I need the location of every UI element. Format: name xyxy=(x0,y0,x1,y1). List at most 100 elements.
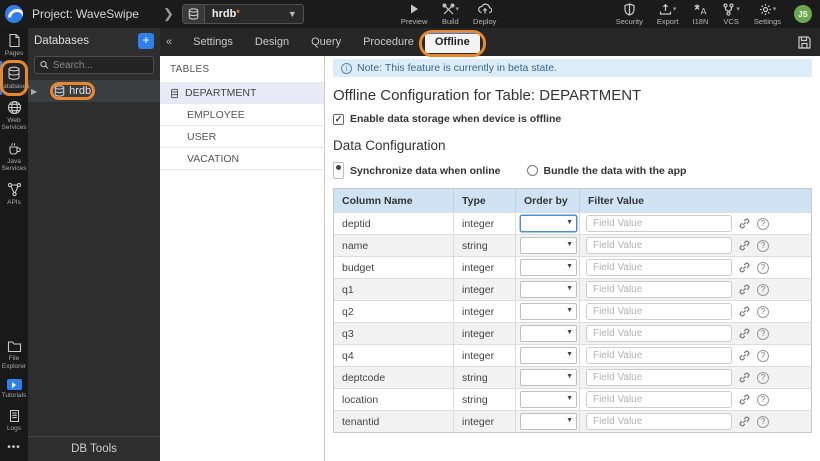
tab-query[interactable]: Query xyxy=(300,28,352,56)
breadcrumb-chevron-icon: ❯ xyxy=(162,6,174,21)
column-name-cell: q1 xyxy=(334,279,454,300)
tab-procedure[interactable]: Procedure xyxy=(352,28,425,56)
add-database-button[interactable]: + xyxy=(138,33,154,49)
tab-offline[interactable]: Offline xyxy=(418,29,486,57)
chevron-down-icon: ▼ xyxy=(566,329,573,336)
order-by-select[interactable]: ▼ xyxy=(520,391,577,408)
database-icon xyxy=(8,67,20,81)
toolbar-right: Security ▾ Export A I18N ▾ VCS ▾ Setting… xyxy=(609,2,820,26)
beta-note-banner: i Note: This feature is currently in bet… xyxy=(333,59,812,77)
filter-value-input[interactable] xyxy=(586,303,732,320)
more-options-button[interactable]: ••• xyxy=(0,436,28,461)
bind-link-icon[interactable] xyxy=(738,327,751,340)
order-by-select[interactable]: ▼ xyxy=(520,369,577,386)
sync-online-radio[interactable] xyxy=(333,162,344,179)
help-icon[interactable]: ? xyxy=(757,217,769,230)
rail-item-java-services[interactable]: Java Services xyxy=(0,136,28,177)
preview-button[interactable]: Preview xyxy=(401,3,428,26)
order-by-select[interactable]: ▼ xyxy=(520,259,577,276)
database-search-input[interactable] xyxy=(52,59,148,71)
user-avatar[interactable]: JS xyxy=(794,5,812,23)
table-item-user[interactable]: USER xyxy=(160,126,324,148)
help-icon[interactable]: ? xyxy=(757,371,769,384)
security-button[interactable]: Security xyxy=(616,2,643,26)
filter-value-input[interactable] xyxy=(586,237,732,254)
order-by-select[interactable]: ▼ xyxy=(520,281,577,298)
api-nodes-icon xyxy=(7,182,21,196)
chevron-down-icon: ▼ xyxy=(566,373,573,380)
column-name-cell: name xyxy=(334,235,454,256)
table-row: name string ▼ ? xyxy=(334,234,811,256)
db-tools-button[interactable]: DB Tools xyxy=(28,436,160,461)
save-button[interactable] xyxy=(797,35,812,50)
rail-item-tutorials[interactable]: Tutorials xyxy=(0,374,28,403)
bind-link-icon[interactable] xyxy=(738,239,751,252)
top-bar: Project: WaveSwipe ❯ hrdb* ▼ Preview ▾ B… xyxy=(0,0,820,28)
filter-value-input[interactable] xyxy=(586,347,732,364)
tab-strip: « Settings Design Query Procedure Offlin… xyxy=(160,28,820,57)
expand-arrow-icon[interactable]: ▶ xyxy=(31,87,37,96)
help-icon[interactable]: ? xyxy=(757,261,769,274)
order-by-select[interactable]: ▼ xyxy=(520,215,577,232)
bind-link-icon[interactable] xyxy=(738,371,751,384)
order-by-select[interactable]: ▼ xyxy=(520,303,577,320)
column-name-cell: location xyxy=(334,389,454,410)
database-search[interactable] xyxy=(34,56,154,74)
export-button[interactable]: ▾ Export xyxy=(657,3,679,26)
help-icon[interactable]: ? xyxy=(757,283,769,296)
bind-link-icon[interactable] xyxy=(738,217,751,230)
bind-link-icon[interactable] xyxy=(738,349,751,362)
unsaved-marker: * xyxy=(236,8,240,18)
column-type-cell: integer xyxy=(454,323,516,344)
tab-settings[interactable]: Settings xyxy=(182,28,244,56)
chevron-down-icon: ▼ xyxy=(566,307,573,314)
help-icon[interactable]: ? xyxy=(757,349,769,362)
build-button[interactable]: ▾ Build xyxy=(442,3,459,26)
order-by-select[interactable]: ▼ xyxy=(520,413,577,430)
bind-link-icon[interactable] xyxy=(738,393,751,406)
table-row: budget integer ▼ ? xyxy=(334,256,811,278)
section-title: Data Configuration xyxy=(333,138,446,153)
rail-item-file-explorer[interactable]: File Explorer xyxy=(0,335,28,374)
bind-link-icon[interactable] xyxy=(738,305,751,318)
table-item-department[interactable]: DEPARTMENT xyxy=(160,82,324,104)
order-by-select[interactable]: ▼ xyxy=(520,237,577,254)
settings-button[interactable]: ▾ Settings xyxy=(754,3,781,26)
order-by-select[interactable]: ▼ xyxy=(520,347,577,364)
deploy-button[interactable]: Deploy xyxy=(473,3,496,26)
filter-value-input[interactable] xyxy=(586,281,732,298)
order-by-select[interactable]: ▼ xyxy=(520,325,577,342)
collapse-panel-button[interactable]: « xyxy=(166,36,172,48)
page-icon xyxy=(9,33,20,48)
database-selector[interactable]: hrdb* ▼ xyxy=(181,4,304,24)
offline-table-rows: deptid integer ▼ ? name string ▼ ? budge… xyxy=(334,212,811,432)
filter-value-input[interactable] xyxy=(586,325,732,342)
help-icon[interactable]: ? xyxy=(757,327,769,340)
rail-item-logs[interactable]: Logs xyxy=(0,404,28,436)
rail-item-web-services[interactable]: Web Services xyxy=(0,95,28,136)
i18n-button[interactable]: A I18N xyxy=(693,3,708,26)
tab-design[interactable]: Design xyxy=(244,28,300,56)
table-item-vacation[interactable]: VACATION xyxy=(160,148,324,170)
bundle-data-radio[interactable] xyxy=(526,165,538,176)
help-icon[interactable]: ? xyxy=(757,415,769,428)
bind-link-icon[interactable] xyxy=(738,415,751,428)
table-item-employee[interactable]: EMPLOYEE xyxy=(160,104,324,126)
vcs-button[interactable]: ▾ VCS xyxy=(722,2,740,26)
bind-link-icon[interactable] xyxy=(738,283,751,296)
rail-item-pages[interactable]: Pages xyxy=(0,28,28,61)
database-item-hrdb[interactable]: ▶ hrdb xyxy=(28,80,160,102)
coffee-cup-icon xyxy=(8,142,21,155)
help-icon[interactable]: ? xyxy=(757,393,769,406)
filter-value-input[interactable] xyxy=(586,215,732,232)
filter-value-input[interactable] xyxy=(586,369,732,386)
filter-value-input[interactable] xyxy=(586,413,732,430)
help-icon[interactable]: ? xyxy=(757,239,769,252)
enable-offline-checkbox[interactable]: ✓ xyxy=(333,113,344,125)
rail-item-apis[interactable]: APIs xyxy=(0,177,28,210)
rail-item-databases[interactable]: Databases xyxy=(0,60,30,97)
bind-link-icon[interactable] xyxy=(738,261,751,274)
filter-value-input[interactable] xyxy=(586,259,732,276)
filter-value-input[interactable] xyxy=(586,391,732,408)
help-icon[interactable]: ? xyxy=(757,305,769,318)
